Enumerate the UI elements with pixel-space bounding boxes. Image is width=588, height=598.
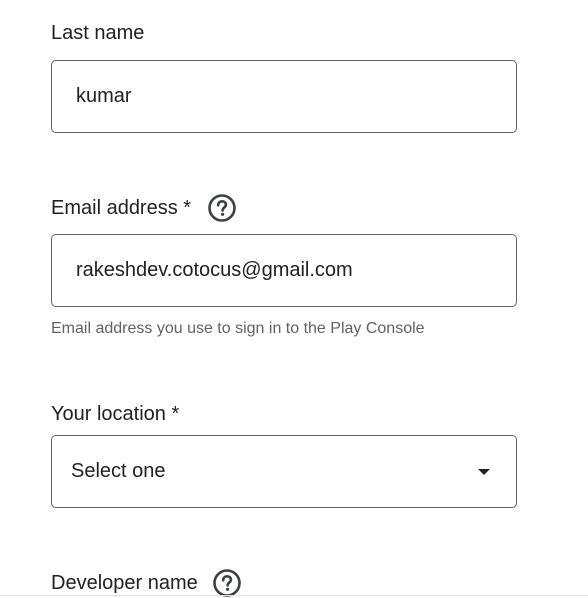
email-helper-text: Email address you use to sign in to the … (51, 320, 425, 337)
bottom-divider (0, 595, 588, 596)
last-name-label: Last name (51, 21, 144, 45)
last-name-field[interactable] (51, 60, 517, 133)
location-label: Your location * (51, 402, 179, 426)
email-field[interactable] (51, 234, 517, 307)
last-name-input[interactable] (52, 61, 516, 132)
email-input[interactable] (52, 235, 516, 306)
location-label-text: Your location * (51, 403, 180, 425)
developer-name-label-text: Developer name (51, 572, 198, 594)
location-select-value: Select one (71, 460, 166, 482)
dropdown-arrow-icon (478, 468, 490, 475)
email-label: Email address * (51, 193, 237, 223)
email-label-text: Email address * (51, 197, 192, 219)
developer-name-label: Developer name (51, 568, 242, 598)
location-select[interactable]: Select one (51, 435, 517, 508)
last-name-label-text: Last name (51, 22, 145, 44)
help-circle-icon[interactable] (207, 193, 237, 223)
help-circle-icon[interactable] (212, 568, 242, 598)
